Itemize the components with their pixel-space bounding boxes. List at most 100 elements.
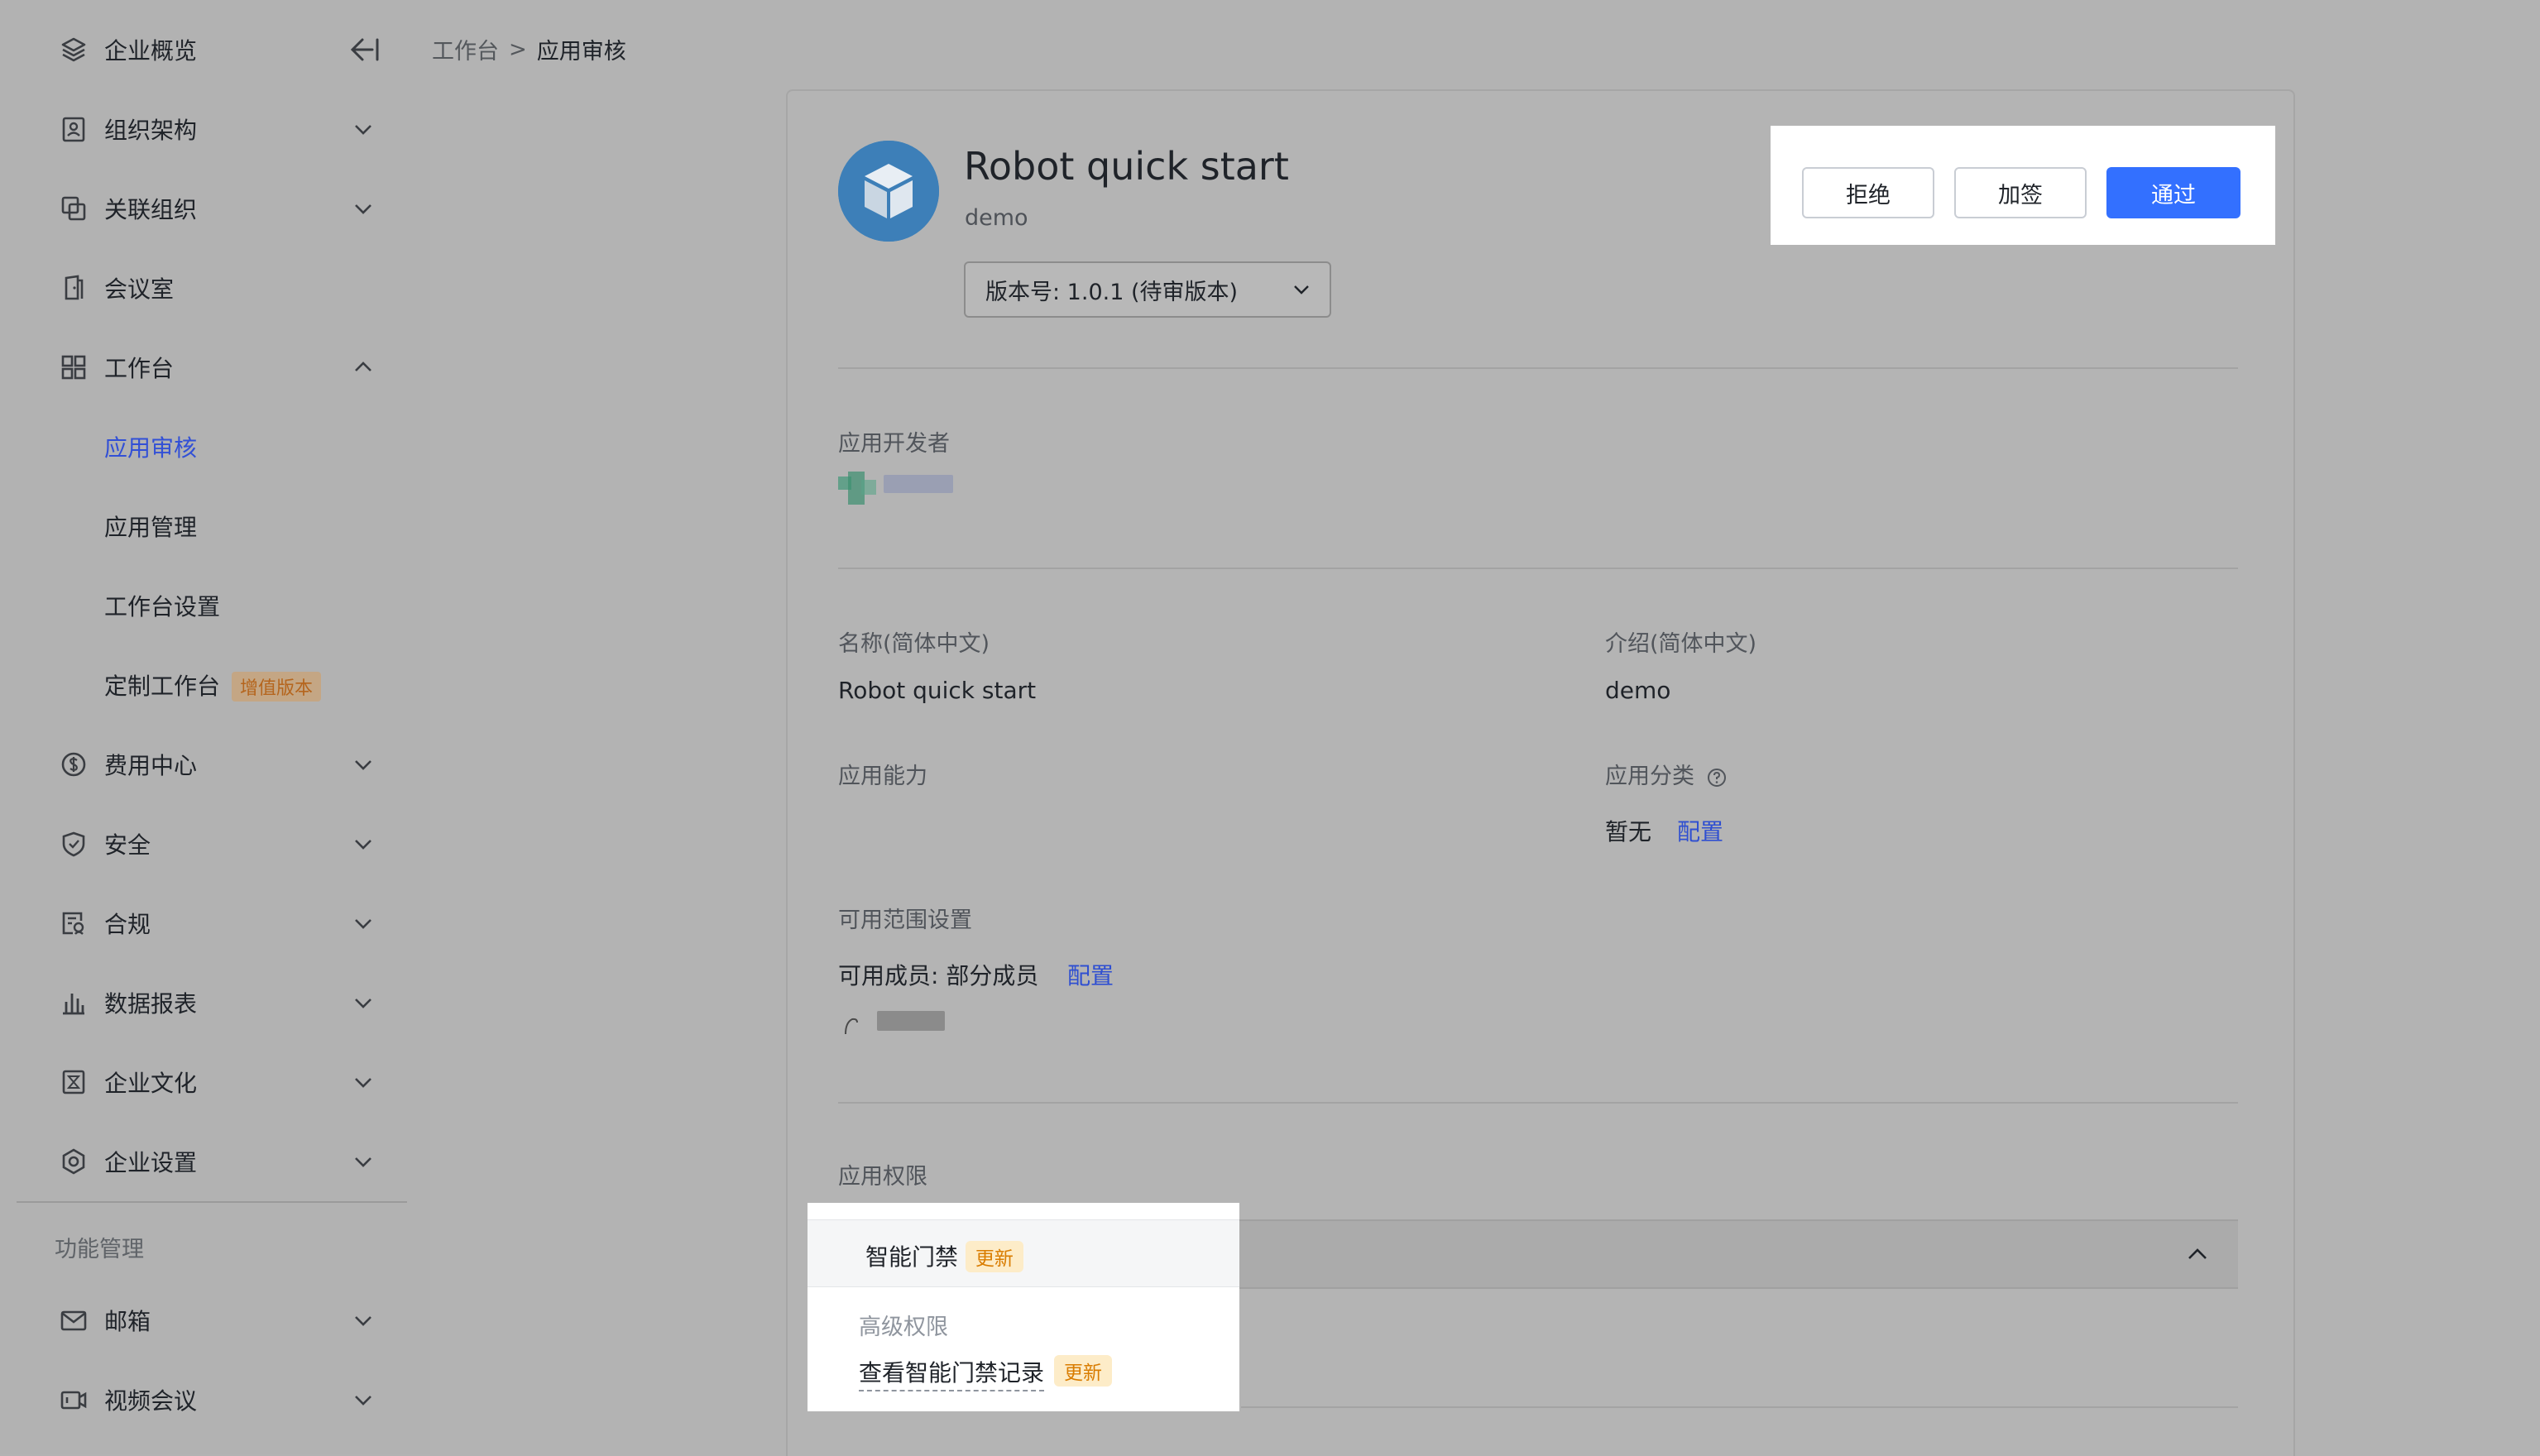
sidebar-item-label: 应用管理 xyxy=(104,514,198,541)
scope-label: 可用范围设置 xyxy=(838,908,972,933)
breadcrumb: 工作台 > 应用审核 xyxy=(432,33,626,65)
sidebar-item-linked-org[interactable]: 关联组织 xyxy=(0,169,430,248)
help-icon[interactable] xyxy=(1707,768,1727,788)
culture-icon xyxy=(60,1068,88,1096)
app-title: Robot quick start xyxy=(964,144,1289,189)
sidebar-item-label: 视频会议 xyxy=(104,1387,198,1415)
countersign-button[interactable]: 加签 xyxy=(1954,167,2087,218)
sidebar-item-enterprise-settings[interactable]: 企业设置 xyxy=(0,1122,430,1201)
chevron-up-icon[interactable] xyxy=(2184,1241,2211,1267)
sidebar-item-label: 合规 xyxy=(104,911,151,938)
divider xyxy=(838,1102,2238,1104)
sidebar-item-label: 关联组织 xyxy=(104,196,198,223)
intro-label: 介绍(简体中文) xyxy=(1605,631,1757,657)
chevron-down-icon xyxy=(352,1389,374,1410)
sidebar: 企业概览 组织架构 关联组织 会议室 工作台 应用审核 应用管理 工作台设置 定… xyxy=(0,0,430,1454)
permission-highlight-panel: 智能门禁 更新 高级权限 查看智能门禁记录 更新 xyxy=(808,1203,1239,1411)
action-panel: 拒绝 加签 通过 xyxy=(1771,126,2275,245)
permissions-label: 应用权限 xyxy=(838,1164,927,1190)
divider xyxy=(838,367,2238,369)
permission-group-title: 智能门禁 更新 xyxy=(865,1239,1023,1272)
chevron-down-icon xyxy=(352,198,374,219)
sidebar-item-label: 邮箱 xyxy=(104,1308,151,1335)
chevron-down-icon xyxy=(352,1151,374,1172)
video-icon xyxy=(60,1386,88,1414)
sidebar-item-overview[interactable]: 企业概览 xyxy=(0,10,430,89)
dollar-icon xyxy=(60,750,88,778)
approve-button[interactable]: 通过 xyxy=(2106,167,2240,218)
developer-avatar xyxy=(838,468,878,508)
sidebar-item-label: 会议室 xyxy=(104,275,175,303)
bar-chart-icon xyxy=(60,989,88,1017)
category-label: 应用分类 xyxy=(1605,758,1727,790)
linked-org-icon xyxy=(60,194,88,223)
chevron-down-icon xyxy=(352,754,374,775)
chevron-down-icon xyxy=(352,833,374,855)
member-avatar-icon xyxy=(845,1018,858,1035)
update-badge: 更新 xyxy=(965,1241,1023,1272)
category-label-text: 应用分类 xyxy=(1605,764,1694,789)
sidebar-item-label: 企业设置 xyxy=(104,1149,198,1176)
layers-icon xyxy=(60,36,88,64)
sidebar-item-workbench[interactable]: 工作台 xyxy=(0,328,430,407)
sidebar-item-data-reports[interactable]: 数据报表 xyxy=(0,963,430,1042)
sidebar-divider xyxy=(17,1201,407,1203)
version-select-value: 版本号: 1.0.1 (待审版本) xyxy=(985,279,1239,305)
breadcrumb-parent[interactable]: 工作台 xyxy=(432,33,499,65)
custom-workbench-text: 定制工作台 xyxy=(104,673,221,700)
contact-card-icon xyxy=(60,115,88,143)
chevron-up-icon xyxy=(352,357,374,378)
member-name-blurred xyxy=(877,1011,945,1031)
category-config-link[interactable]: 配置 xyxy=(1677,814,1723,847)
scope-members: 可用成员: 部分成员 xyxy=(838,962,1039,989)
name-label: 名称(简体中文) xyxy=(838,631,990,657)
breadcrumb-current: 应用审核 xyxy=(536,39,626,65)
sidebar-item-label: 应用审核 xyxy=(104,434,198,462)
chevron-down-icon xyxy=(352,1071,374,1093)
sidebar-item-label: 组织架构 xyxy=(104,117,198,144)
sidebar-item-meeting-room[interactable]: 会议室 xyxy=(0,248,430,328)
reject-button[interactable]: 拒绝 xyxy=(1802,167,1934,218)
app-logo-icon xyxy=(838,141,939,242)
ability-label: 应用能力 xyxy=(838,764,927,789)
sidebar-item-culture[interactable]: 企业文化 xyxy=(0,1042,430,1122)
sidebar-item-label: 工作台 xyxy=(104,355,175,382)
permission-subtitle: 高级权限 xyxy=(859,1315,948,1340)
sidebar-item-app-review[interactable]: 应用审核 xyxy=(0,407,430,486)
developer-label: 应用开发者 xyxy=(838,431,950,457)
sidebar-item-custom-workbench[interactable]: 定制工作台 增值版本 xyxy=(0,645,430,725)
sidebar-item-mail[interactable]: 邮箱 xyxy=(0,1281,430,1360)
divider xyxy=(1241,1406,2238,1408)
sidebar-item-compliance[interactable]: 合规 xyxy=(0,884,430,963)
chevron-down-icon xyxy=(352,118,374,140)
update-badge: 更新 xyxy=(1054,1355,1112,1387)
app-subtitle: demo xyxy=(965,205,1028,231)
permission-item-label[interactable]: 查看智能门禁记录 xyxy=(859,1355,1045,1391)
chevron-down-icon xyxy=(1294,285,1309,295)
sidebar-item-label: 定制工作台 增值版本 xyxy=(104,668,322,702)
sidebar-item-app-management[interactable]: 应用管理 xyxy=(0,486,430,566)
settings-hex-icon xyxy=(60,1147,88,1176)
sidebar-item-label: 企业文化 xyxy=(104,1070,198,1097)
sidebar-item-label: 安全 xyxy=(104,831,151,859)
shield-icon xyxy=(60,830,88,858)
name-value: Robot quick start xyxy=(838,677,1037,704)
sidebar-item-label: 工作台设置 xyxy=(104,593,221,620)
sidebar-item-label: 数据报表 xyxy=(104,990,198,1018)
sidebar-item-workbench-settings[interactable]: 工作台设置 xyxy=(0,566,430,645)
developer-name-blurred xyxy=(884,475,953,493)
grid-icon xyxy=(60,353,88,381)
chevron-down-icon xyxy=(352,912,374,934)
sidebar-item-video-meeting[interactable]: 视频会议 xyxy=(0,1360,430,1439)
breadcrumb-separator: > xyxy=(509,36,527,62)
sidebar-item-label: 企业概览 xyxy=(104,37,198,65)
chevron-down-icon xyxy=(352,1310,374,1331)
sidebar-item-org-structure[interactable]: 组织架构 xyxy=(0,89,430,169)
door-icon xyxy=(60,274,88,302)
sidebar-item-security[interactable]: 安全 xyxy=(0,804,430,884)
intro-value: demo xyxy=(1605,677,1671,704)
scope-config-link[interactable]: 配置 xyxy=(1067,958,1114,991)
chevron-down-icon xyxy=(352,992,374,1013)
version-select[interactable]: 版本号: 1.0.1 (待审版本) xyxy=(964,261,1331,318)
sidebar-item-billing[interactable]: 费用中心 xyxy=(0,725,430,804)
